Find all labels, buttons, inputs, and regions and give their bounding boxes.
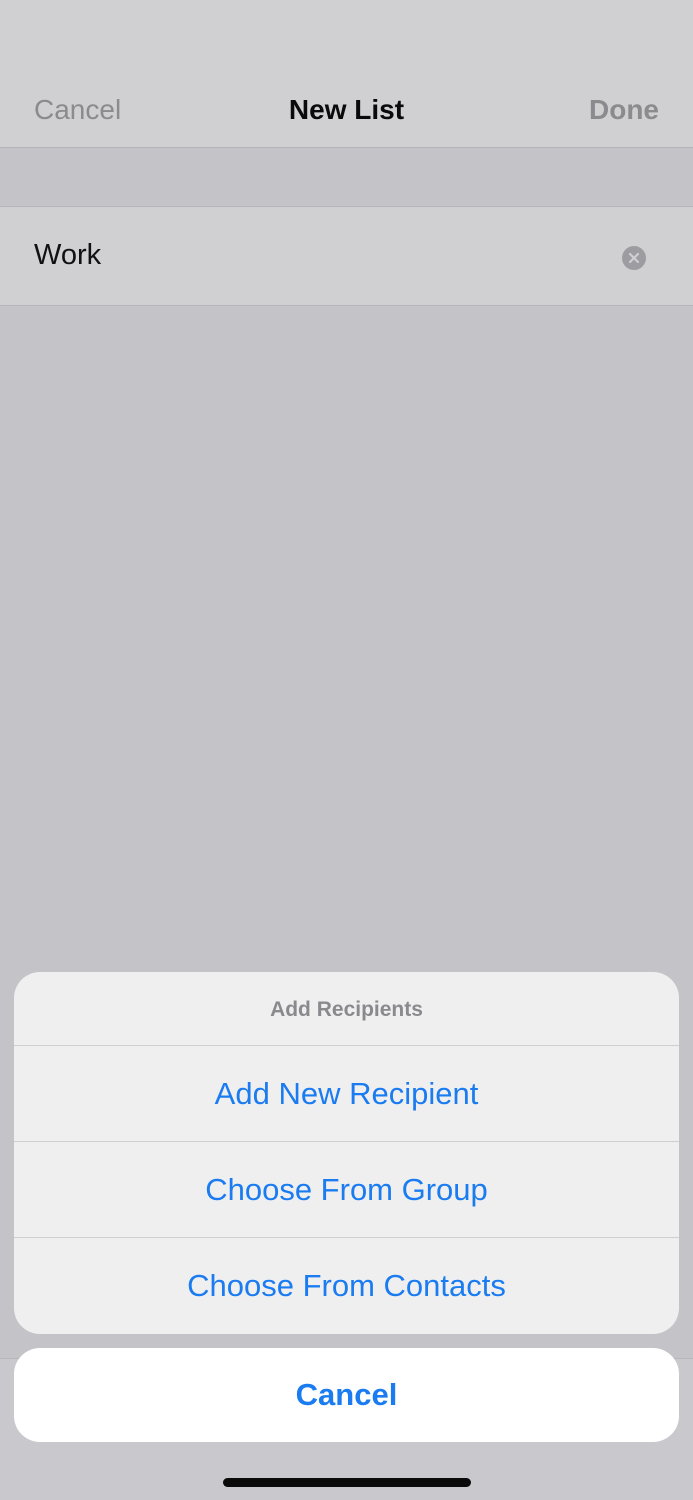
list-name-value: Work [34, 239, 102, 271]
list-name-field[interactable]: Work [0, 206, 693, 306]
nav-done-button[interactable]: Done [589, 94, 659, 126]
navigation-bar: Cancel New List Done [0, 0, 693, 148]
choose-from-contacts-button[interactable]: Choose From Contacts [14, 1238, 679, 1334]
clear-icon[interactable] [622, 246, 646, 270]
choose-from-group-button[interactable]: Choose From Group [14, 1142, 679, 1238]
add-new-recipient-button[interactable]: Add New Recipient [14, 1046, 679, 1142]
action-sheet-title: Add Recipients [14, 972, 679, 1046]
home-indicator[interactable] [223, 1478, 471, 1487]
action-sheet-cancel-button[interactable]: Cancel [14, 1348, 679, 1442]
action-sheet: Add Recipients Add New Recipient Choose … [14, 972, 679, 1334]
